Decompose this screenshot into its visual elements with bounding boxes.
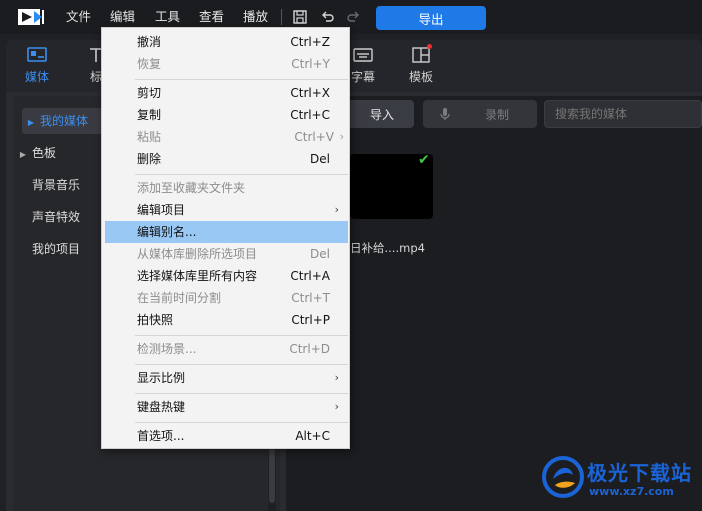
notification-dot [427,44,432,49]
tab-media-label: 媒体 [24,70,49,84]
tab-media[interactable]: 媒体 [14,46,60,85]
chevron-right-icon: › [334,203,339,216]
context-menu: 撤消 Ctrl+Z 恢复 Ctrl+Y 剪切 Ctrl+X 复制 Ctrl+C 粘贴 Ct… [101,27,350,449]
menu-item-split-at-time[interactable]: 在当前时间分割 Ctrl+T [105,287,348,309]
menu-item-snapshot[interactable]: 拍快照 Ctrl+P [105,309,348,331]
sidebar-item-color-board[interactable]: ▶ 色板 [14,140,104,166]
menu-item-hotkeys[interactable]: 键盘热键 › [105,396,348,418]
menu-separator [135,174,348,175]
sidebar-item-label: 色板 [32,146,57,160]
save-icon[interactable] [291,8,309,26]
media-icon [27,47,47,62]
sidebar-item-sound-effects[interactable]: 声音特效 [14,204,104,230]
record-button-label: 录制 [485,107,510,122]
menu-item-undo[interactable]: 撤消 Ctrl+Z [105,31,348,53]
watermark-name: 极光下载站 [587,461,692,485]
watermark-url: www.xz7.com [589,485,674,498]
menu-item-cut[interactable]: 剪切 Ctrl+X [105,82,348,104]
menu-item-redo[interactable]: 恢复 Ctrl+Y [105,53,348,75]
expand-arrow-icon: ▶ [27,118,34,127]
sidebar-item-label: 背景音乐 [32,178,81,192]
sidebar-item-bg-music[interactable]: 背景音乐 [14,172,104,198]
toolbar-divider [281,9,282,25]
chevron-right-icon: › [334,371,339,384]
menu-separator [135,393,348,394]
search-media-input[interactable] [544,100,702,128]
microphone-icon [440,108,450,120]
menu-item-copy[interactable]: 复制 Ctrl+C [105,104,348,126]
sidebar-item-label: 我的媒体 [40,114,89,128]
undo-icon[interactable] [318,8,336,26]
menu-separator [135,79,348,80]
menu-separator [135,422,348,423]
menu-item-remove-from-library[interactable]: 从媒体库删除所选项目 Del [105,243,348,265]
sidebar-item-my-projects[interactable]: 我的项目 [14,236,104,262]
menu-item-edit-alias[interactable]: 编辑别名... [105,221,348,243]
menu-item-display-ratio[interactable]: 显示比例 › [105,367,348,389]
watermark-logo-icon [542,456,584,498]
menu-item-add-to-favorites[interactable]: 添加至收藏夹文件夹 [105,177,348,199]
chevron-right-icon: › [339,130,344,143]
menu-item-detect-scenes[interactable]: 检测场景... Ctrl+D [105,338,348,360]
menu-item-select-all[interactable]: 选择媒体库里所有内容 Ctrl+A [105,265,348,287]
redo-icon[interactable] [345,8,363,26]
menu-item-delete[interactable]: 删除 Del [105,148,348,170]
menu-item-edit-item[interactable]: 编辑项目 › [105,199,348,221]
menu-separator [135,335,348,336]
menu-item-paste[interactable]: 粘贴 Ctrl+V › [105,126,348,148]
checkmark-icon: ✔ [418,152,430,168]
menu-item-preferences[interactable]: 首选项... Alt+C [105,425,348,447]
watermark: 极光下载站 www.xz7.com [541,455,701,511]
tab-template[interactable]: 模板 [398,44,444,85]
tab-subtitle-label: 字幕 [350,70,375,84]
menu-separator [135,364,348,365]
expand-arrow-icon: ▶ [19,150,26,159]
record-button[interactable]: 录制 [423,100,537,128]
export-button[interactable]: 导出 [376,6,486,30]
tab-template-label: 模板 [408,70,433,84]
chevron-right-icon: › [334,400,339,413]
sidebar-item-label: 我的项目 [32,242,81,256]
menu-file[interactable]: 文件 [66,0,91,34]
sidebar-item-label: 声音特效 [32,210,81,224]
import-button-label: 导入 [369,107,394,122]
subtitle-icon [353,48,373,62]
media-file-name: 日补给....mp4 [350,241,425,255]
app-logo-icon [14,0,48,34]
